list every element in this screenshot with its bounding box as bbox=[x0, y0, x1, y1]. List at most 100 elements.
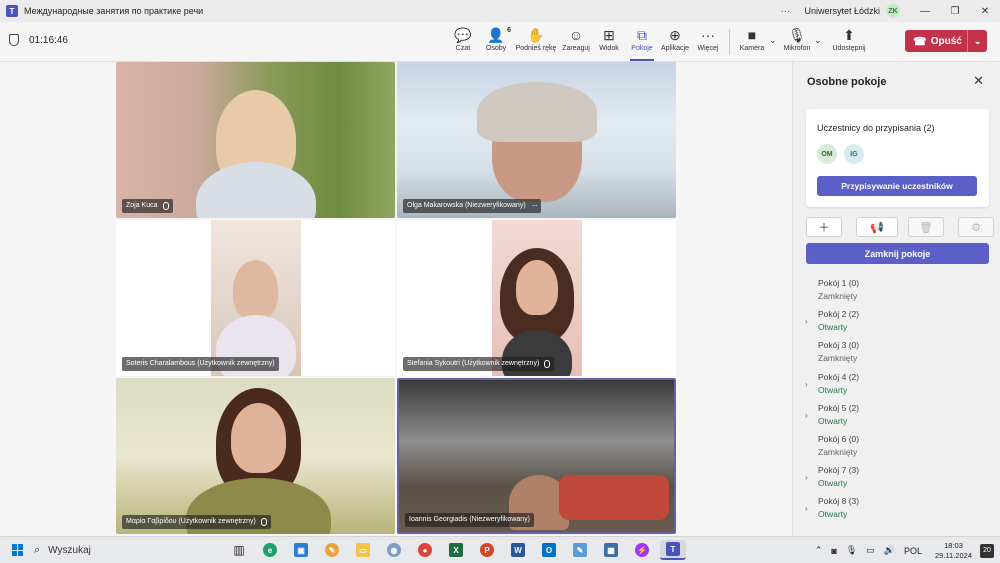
close-rooms-button[interactable]: Zamknij pokoje bbox=[806, 243, 989, 264]
chat-icon: 💬 bbox=[454, 27, 472, 43]
paint-icon[interactable]: ✎ bbox=[319, 540, 345, 560]
participant-name-tag: Olga Makarowska (Niezweryfikowany) ··· bbox=[403, 199, 541, 213]
chevron-right-icon[interactable]: › bbox=[805, 411, 808, 420]
close-panel-icon[interactable]: ✕ bbox=[973, 73, 984, 89]
room-item[interactable]: › Pokój 4 (2) Otwarty bbox=[793, 370, 1000, 401]
notifications-badge[interactable]: 20 bbox=[980, 543, 994, 558]
camera-button[interactable]: ■ Kamera bbox=[736, 25, 768, 59]
minimize-icon[interactable]: — bbox=[910, 6, 940, 17]
photos-icon[interactable]: ▣ bbox=[288, 540, 314, 560]
chat-button[interactable]: 💬 Czat bbox=[447, 25, 479, 59]
unassigned-title: Uczestnicy do przypisania (2) bbox=[817, 123, 935, 133]
room-status: Zamknięty bbox=[818, 291, 858, 301]
raise-hand-button[interactable]: ✋ Podnieś rękę bbox=[513, 25, 559, 59]
avatar[interactable]: IG bbox=[844, 144, 864, 164]
apps-button[interactable]: ⊕ Aplikacje bbox=[659, 25, 691, 59]
search-label: Wyszukaj bbox=[48, 544, 91, 556]
restore-icon[interactable]: ❐ bbox=[940, 6, 970, 17]
room-item[interactable]: Pokój 3 (0) Zamknięty bbox=[793, 338, 1000, 369]
media-player-icon[interactable]: ◉ bbox=[381, 540, 407, 560]
microphone-options-chevron-icon[interactable]: ⌄ bbox=[814, 25, 826, 59]
settings-gear-icon[interactable]: ⚙ bbox=[958, 217, 994, 237]
chevron-right-icon[interactable]: › bbox=[805, 380, 808, 389]
outlook-icon[interactable]: O bbox=[536, 540, 562, 560]
chevron-right-icon[interactable]: › bbox=[805, 504, 808, 513]
video-tile[interactable]: Zoja Kuca bbox=[116, 62, 395, 218]
room-status: Otwarty bbox=[818, 384, 848, 395]
microphone-button[interactable]: 🎙 Mikrofon bbox=[781, 25, 813, 59]
excel-icon[interactable]: X bbox=[443, 540, 469, 560]
word-icon[interactable]: W bbox=[505, 540, 531, 560]
room-name: Pokój 2 (2) bbox=[818, 309, 860, 320]
more-icon: ··· bbox=[701, 27, 715, 43]
react-icon: ☺ bbox=[568, 27, 584, 43]
room-name: Pokój 4 (2) bbox=[818, 371, 860, 382]
microphone-off-icon: 🎙 bbox=[788, 27, 806, 43]
chevron-up-icon[interactable]: ⌃ bbox=[815, 545, 823, 556]
edge-icon[interactable]: e bbox=[257, 540, 283, 560]
close-window-icon[interactable]: ✕ bbox=[970, 6, 1000, 17]
video-tile[interactable]: Soteris Charalambous (Użytkownik zewnętr… bbox=[116, 220, 395, 376]
chrome-icon[interactable]: ● bbox=[412, 540, 438, 560]
avatar[interactable]: OM bbox=[817, 144, 837, 164]
add-room-icon[interactable]: ＋ bbox=[806, 217, 842, 237]
people-button[interactable]: 👤 6 Osoby bbox=[480, 25, 512, 59]
apps-icon: ⊕ bbox=[669, 27, 681, 43]
notes-icon[interactable]: ✎ bbox=[567, 540, 593, 560]
messenger-icon[interactable]: ⚡ bbox=[629, 540, 655, 560]
room-item[interactable]: › Pokój 2 (2) Otwarty bbox=[793, 307, 1000, 338]
camera-options-chevron-icon[interactable]: ⌄ bbox=[769, 25, 781, 59]
room-item[interactable]: › Pokój 5 (2) Otwarty bbox=[793, 401, 1000, 432]
more-options-icon[interactable]: ··· bbox=[532, 199, 538, 213]
taskbar-search[interactable]: ⌕ Wyszukaj bbox=[34, 540, 214, 561]
participant-video-hair bbox=[477, 82, 597, 142]
windows-start-icon[interactable] bbox=[12, 544, 24, 556]
delete-icon[interactable]: 🗑 bbox=[908, 217, 944, 237]
powerpoint-icon[interactable]: P bbox=[474, 540, 500, 560]
view-button[interactable]: ⊞ Widok bbox=[593, 25, 625, 59]
view-icon: ⊞ bbox=[603, 27, 615, 43]
react-button[interactable]: ☺ Zareaguj bbox=[560, 25, 592, 59]
room-name: Pokój 5 (2) bbox=[818, 402, 860, 413]
calculator-icon[interactable]: ▦ bbox=[598, 540, 624, 560]
leave-options-chevron-icon[interactable]: ⌄ bbox=[967, 30, 987, 52]
camera-status-icon[interactable]: ◙ bbox=[831, 546, 836, 556]
room-item[interactable]: › Pokój 7 (3) Otwarty bbox=[793, 463, 1000, 494]
chevron-right-icon[interactable]: › bbox=[805, 317, 808, 326]
microphone-status-icon[interactable]: 🎙 bbox=[846, 545, 857, 556]
video-tile[interactable]: Μαρία Γαβρίδου (Użytkownik zewnętrzny) bbox=[116, 378, 395, 534]
room-name: Pokój 8 (3) bbox=[818, 496, 860, 507]
clock-time: 18:03 bbox=[944, 540, 963, 550]
organization-name[interactable]: Uniwersytet Łódzki bbox=[804, 6, 880, 16]
network-icon[interactable]: ▭ bbox=[866, 545, 875, 556]
unassigned-participants-card: Uczestnicy do przypisania (2) OM IG Przy… bbox=[806, 109, 989, 207]
windows-taskbar: ⌕ Wyszukaj ▥ e ▣ ✎ ▭ ◉ ● X P W O ✎ ▦ ⚡ T… bbox=[0, 536, 1000, 563]
room-item[interactable]: Pokój 1 (0) Zamknięty bbox=[793, 276, 1000, 307]
room-item[interactable]: Pokój 6 (0) Zamknięty bbox=[793, 432, 1000, 463]
video-tile[interactable]: Stefania Sykoutri (Użytkownik zewnętrzny… bbox=[397, 220, 676, 376]
rooms-button[interactable]: ⧉ Pokoje bbox=[626, 25, 658, 61]
task-view-icon[interactable]: ▥ bbox=[226, 540, 252, 560]
assign-participants-button[interactable]: Przypisywanie uczestników bbox=[817, 176, 977, 196]
people-icon: 👤 bbox=[487, 27, 505, 43]
title-bar: T Международные занятия по практике речи… bbox=[0, 0, 1000, 22]
room-status: Otwarty bbox=[818, 415, 848, 426]
leave-button[interactable]: ☎ Opuść ⌄ bbox=[905, 30, 987, 52]
share-icon: ⬆ bbox=[843, 27, 855, 43]
video-tile-active-speaker[interactable]: Ioannis Georgiadis (Niezweryfikowany) bbox=[397, 378, 676, 534]
room-status: Zamknięty bbox=[818, 353, 858, 364]
volume-icon[interactable]: 🔊 bbox=[884, 545, 895, 556]
share-button[interactable]: ⬆ Udostępnij bbox=[826, 25, 872, 59]
more-options-icon[interactable]: ··· bbox=[780, 6, 790, 17]
chevron-right-icon[interactable]: › bbox=[805, 473, 808, 482]
announcement-icon[interactable]: 📢 bbox=[856, 217, 898, 237]
language-indicator[interactable]: POL bbox=[904, 546, 922, 556]
teams-icon[interactable]: T bbox=[660, 540, 686, 560]
taskbar-clock[interactable]: 18:03 29.11.2024 bbox=[935, 541, 972, 561]
more-button[interactable]: ··· Więcej bbox=[692, 25, 724, 59]
participant-name-tag: Μαρία Γαβρίδου (Użytkownik zewnętrzny) bbox=[122, 515, 271, 529]
room-item[interactable]: › Pokój 8 (3) Otwarty bbox=[793, 494, 1000, 525]
file-explorer-icon[interactable]: ▭ bbox=[350, 540, 376, 560]
video-tile[interactable]: Olga Makarowska (Niezweryfikowany) ··· bbox=[397, 62, 676, 218]
user-avatar[interactable]: ZK bbox=[886, 4, 900, 18]
